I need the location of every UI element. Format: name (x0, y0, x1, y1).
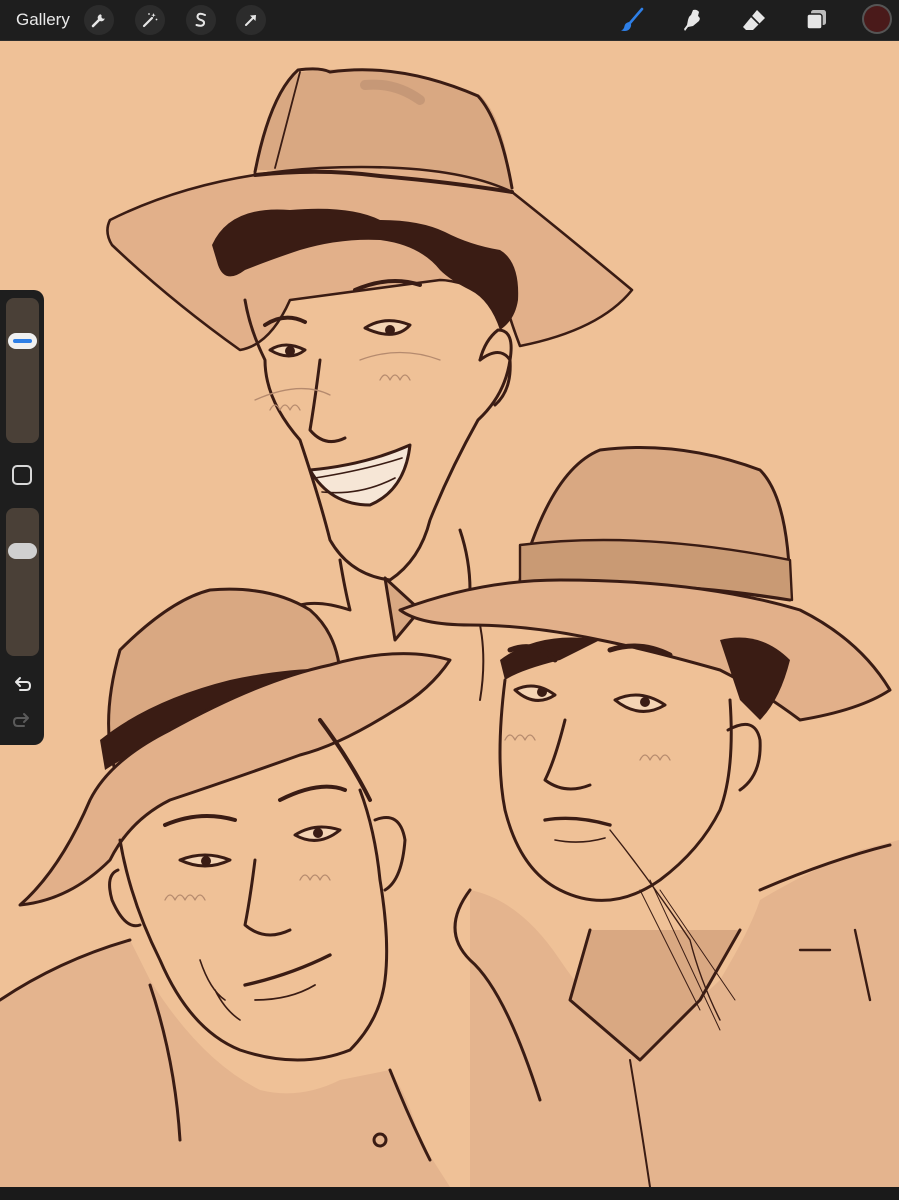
smudge-icon (684, 9, 700, 31)
magic-wand-icon (142, 13, 158, 28)
opacity-slider[interactable] (6, 508, 39, 656)
procreate-app: Gallery (0, 0, 899, 1200)
redo-button[interactable] (11, 709, 33, 731)
current-color-fill (866, 8, 888, 30)
redo-icon (12, 713, 29, 727)
undo-button[interactable] (11, 673, 33, 695)
layers-icon (806, 10, 826, 30)
side-toolbar (0, 290, 44, 745)
drawing-canvas[interactable] (0, 41, 899, 1187)
brush-size-indicator (13, 338, 32, 343)
modify-button[interactable] (12, 465, 32, 485)
color-swatch-button[interactable] (864, 6, 890, 32)
layers-button[interactable] (800, 4, 832, 36)
adjustments-button[interactable] (135, 5, 165, 35)
selection-s-icon (195, 12, 206, 27)
artwork (0, 41, 899, 1187)
selection-button[interactable] (186, 5, 216, 35)
actions-button[interactable] (84, 5, 114, 35)
wrench-icon (91, 14, 105, 28)
brush-size-slider[interactable] (6, 298, 39, 443)
bottom-strip (0, 1187, 899, 1200)
brush-icon (621, 7, 644, 31)
smudge-tool-button[interactable] (677, 4, 709, 36)
eraser-tool-button[interactable] (738, 4, 770, 36)
top-toolbar: Gallery (0, 0, 899, 41)
eraser-icon (743, 10, 765, 30)
transform-arrow-icon (245, 15, 256, 26)
gallery-button[interactable]: Gallery (16, 10, 70, 30)
transform-button[interactable] (236, 5, 266, 35)
brush-size-thumb[interactable] (8, 332, 37, 349)
undo-icon (15, 677, 32, 691)
paint-tool-button[interactable] (616, 4, 648, 36)
opacity-thumb[interactable] (8, 543, 37, 560)
